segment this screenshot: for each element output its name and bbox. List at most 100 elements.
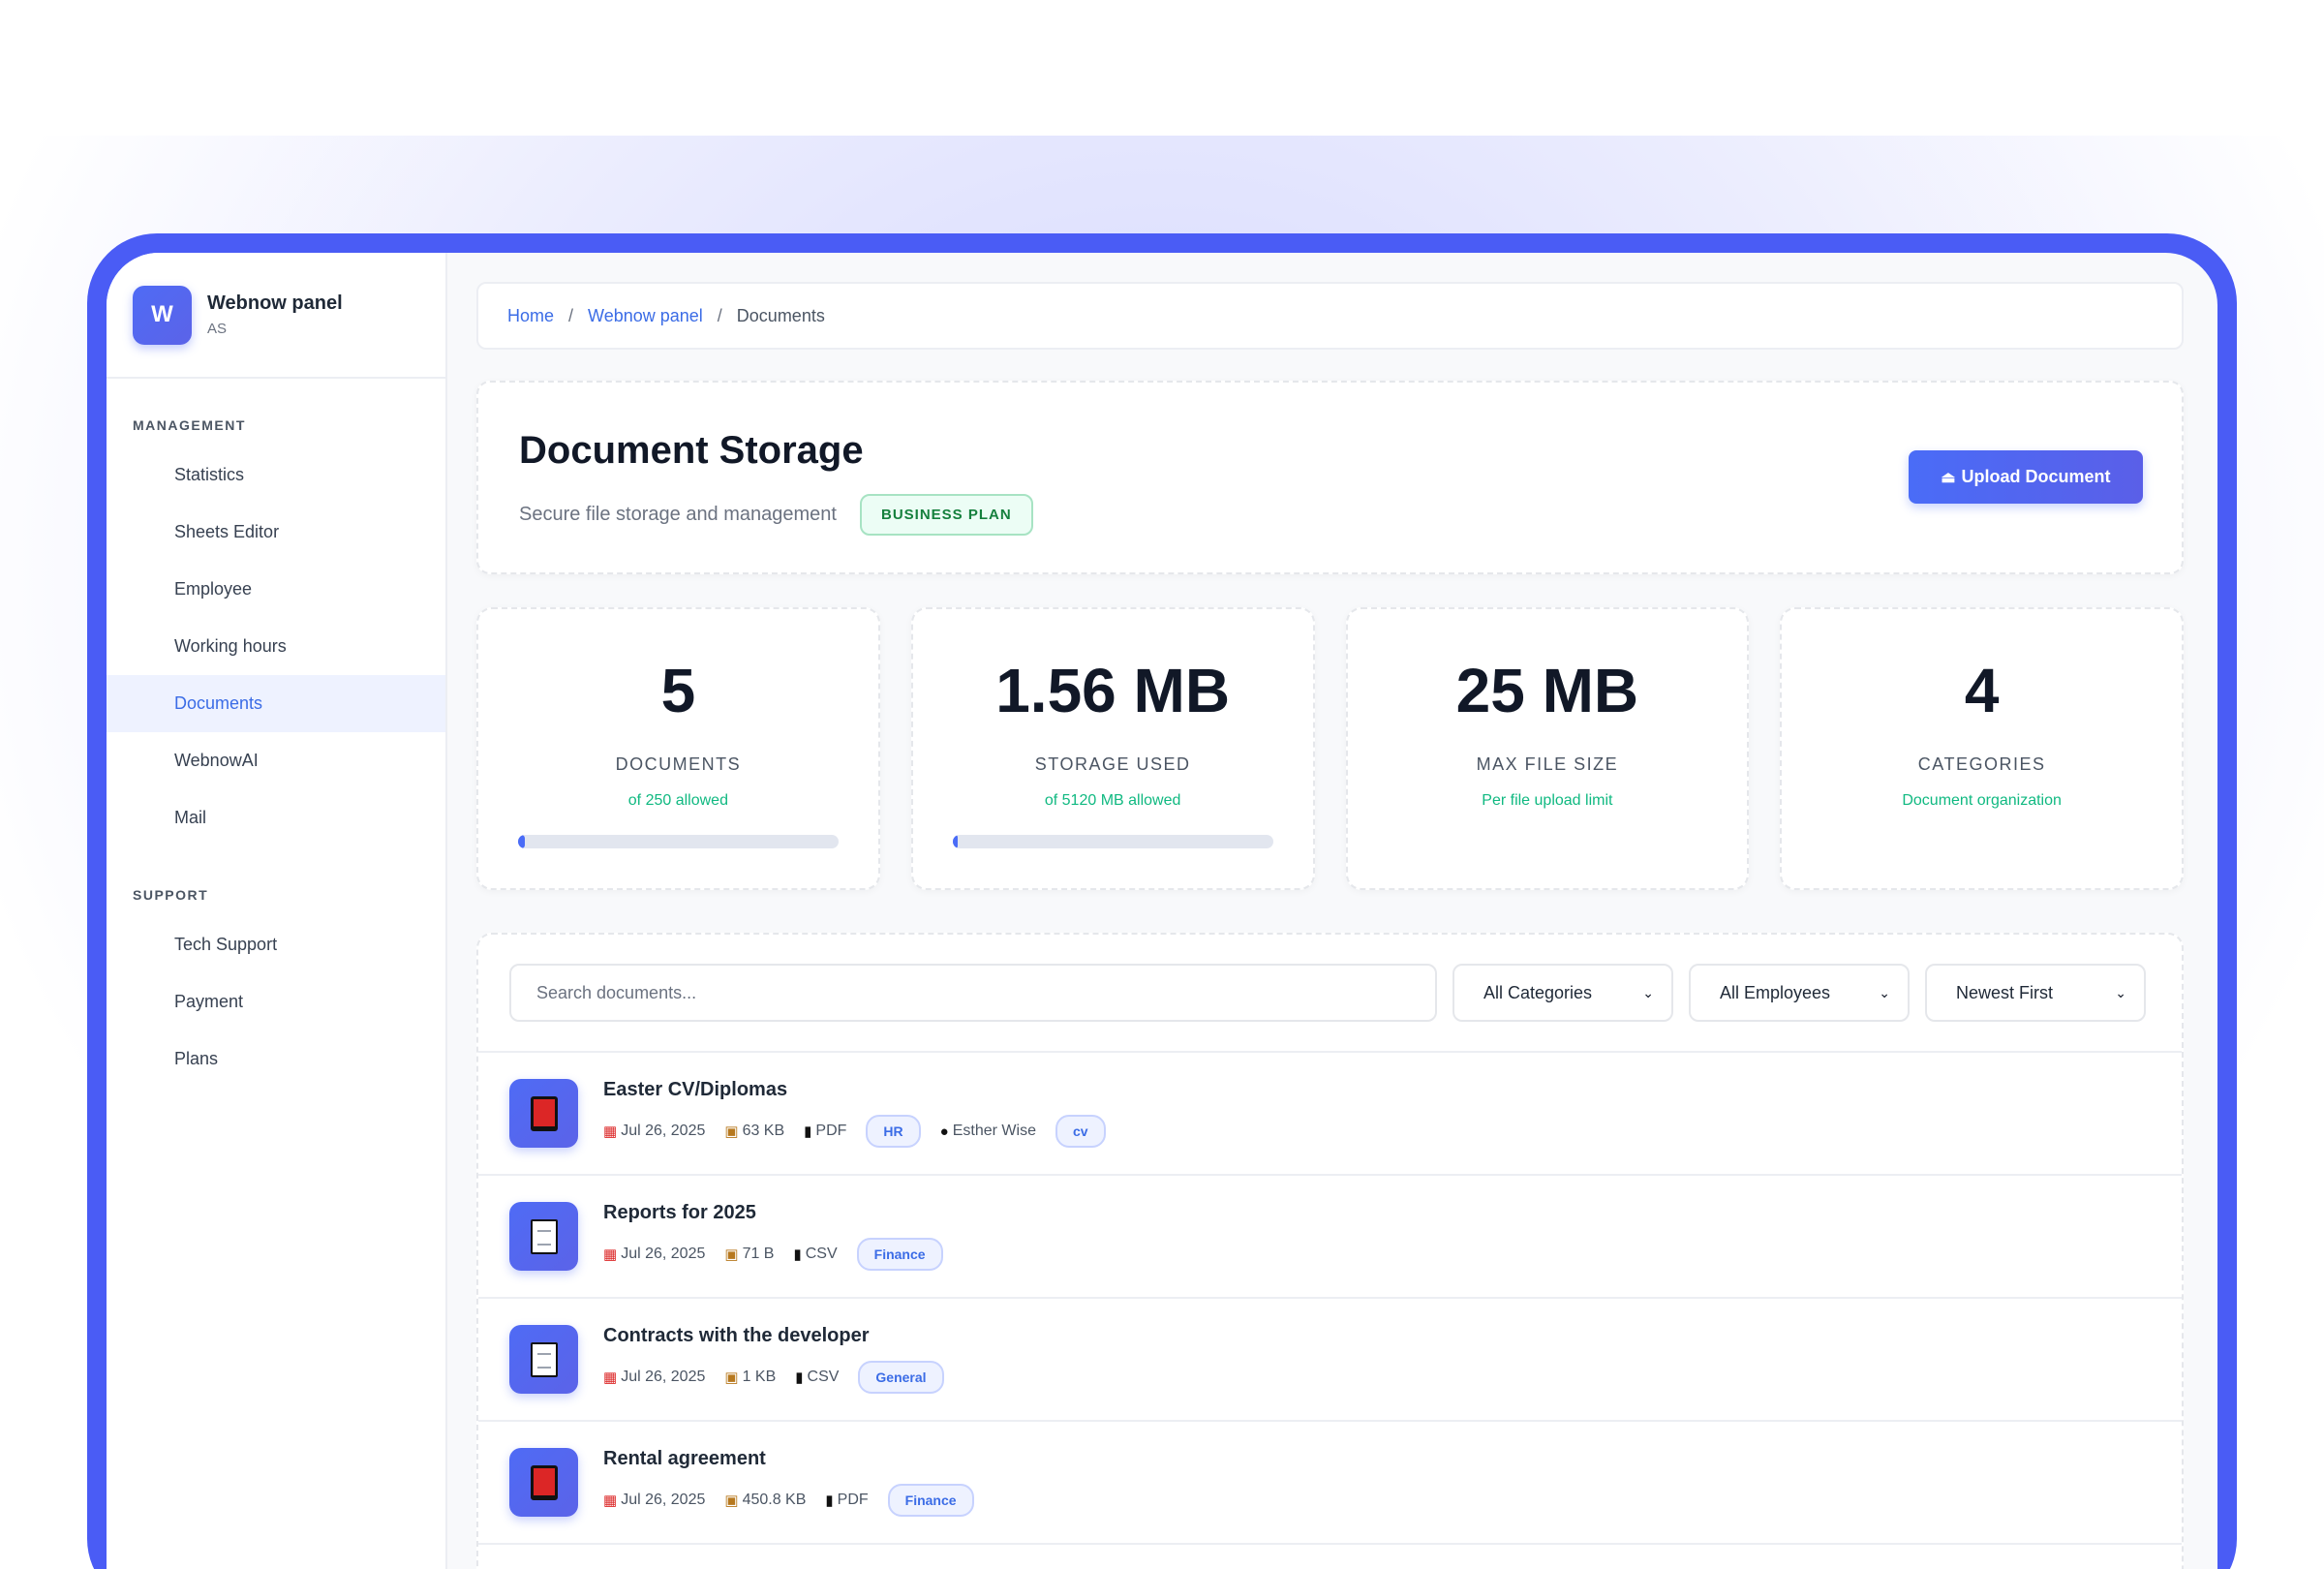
page-subtitle: Secure file storage and management (519, 504, 837, 525)
document-title[interactable]: Contracts with the developer (603, 1325, 963, 1347)
breadcrumb: Home / Webnow panel / Documents (476, 282, 2184, 350)
sort-select-value: Newest First (1956, 982, 2054, 1002)
paperclip-icon: ▮ (793, 1246, 802, 1263)
main-content: Home / Webnow panel / Documents Document… (447, 253, 2217, 1569)
document-date: Jul 26, 2025 (621, 1492, 706, 1508)
upload-document-button[interactable]: ⏏ Upload Document (1909, 450, 2143, 504)
documents-panel: All Categories ⌄ All Employees ⌄ Newest … (476, 933, 2184, 1569)
device-frame: W Webnow panel AS MANAGEMENT Statistics … (87, 233, 2237, 1569)
sidebar-item-tech-support[interactable]: Tech Support (107, 916, 445, 973)
category-select[interactable]: All Categories ⌄ (1452, 964, 1673, 1022)
stat-value: 4 (1964, 656, 2000, 725)
storage-progress-bar (952, 835, 1273, 848)
stat-note: of 250 allowed (627, 792, 728, 809)
document-meta: ▦ Jul 26, 2025 ▣ 71 B ▮ CSV Finance (603, 1238, 963, 1271)
sidebar-item-statistics[interactable]: Statistics (107, 446, 445, 504)
brand-name: Webnow panel (207, 292, 343, 314)
document-type: PDF (837, 1492, 869, 1508)
nav-section-management: MANAGEMENT (133, 417, 246, 433)
document-title[interactable]: Easter CV/Diplomas (603, 1079, 1125, 1101)
pdf-book-icon (509, 1079, 578, 1148)
chevron-down-icon: ⌄ (1879, 984, 1890, 1000)
stat-note: Document organization (1902, 792, 2062, 809)
document-date: Jul 26, 2025 (621, 1246, 706, 1262)
document-row[interactable]: Easter CV/Diplomas ▦ Jul 26, 2025 ▣ 63 KB … (478, 1053, 2182, 1176)
sidebar-item-working-hours[interactable]: Working hours (107, 618, 445, 675)
calendar-icon: ▦ (603, 1246, 618, 1263)
employee-select-value: All Employees (1720, 982, 1831, 1002)
breadcrumb-home[interactable]: Home (507, 306, 554, 326)
chevron-down-icon: ⌄ (1642, 984, 1654, 1000)
plan-badge: BUSINESS PLAN (859, 494, 1033, 536)
stat-value: 5 (660, 656, 696, 725)
sidebar: W Webnow panel AS MANAGEMENT Statistics … (107, 253, 447, 1569)
stat-note: of 5120 MB allowed (1044, 792, 1181, 809)
document-type: PDF (815, 1123, 847, 1139)
filters-bar: All Categories ⌄ All Employees ⌄ Newest … (478, 935, 2182, 1053)
upload-icon: ⏏ (1941, 469, 1956, 486)
page-header: Document Storage Secure file storage and… (476, 381, 2184, 574)
stat-value: 25 MB (1455, 656, 1639, 725)
stat-card-documents: 5 DOCUMENTS of 250 allowed (476, 607, 880, 890)
document-meta: ▦ Jul 26, 2025 ▣ 1 KB ▮ CSV General (603, 1361, 963, 1394)
stat-label: STORAGE USED (1034, 754, 1191, 774)
brand[interactable]: W Webnow panel AS (107, 253, 445, 379)
document-meta: ▦ Jul 26, 2025 ▣ 450.8 KB ▮ PDF Finance (603, 1484, 994, 1517)
employee-select[interactable]: All Employees ⌄ (1689, 964, 1910, 1022)
category-badge: Finance (887, 1484, 974, 1517)
sidebar-item-documents[interactable]: Documents (107, 675, 445, 732)
stat-note: Per file upload limit (1482, 792, 1613, 809)
brand-logo: W (133, 285, 192, 345)
document-row[interactable]: Rental agreement ▦ Jul 26, 2025 ▣ 450.8 KB… (478, 1422, 2182, 1545)
breadcrumb-separator: / (568, 305, 574, 325)
sidebar-item-sheets-editor[interactable]: Sheets Editor (107, 504, 445, 561)
nav-section-support: SUPPORT (133, 887, 209, 903)
sidebar-item-plans[interactable]: Plans (107, 1031, 445, 1088)
sort-select[interactable]: Newest First ⌄ (1925, 964, 2146, 1022)
document-meta: ▦ Jul 26, 2025 ▣ 63 KB ▮ PDF HR ● Esther Wis… (603, 1115, 1125, 1148)
stat-label: CATEGORIES (1917, 754, 2046, 774)
app-screen: W Webnow panel AS MANAGEMENT Statistics … (107, 253, 2217, 1569)
document-title[interactable]: Reports for 2025 (603, 1202, 963, 1224)
package-icon: ▣ (724, 1369, 739, 1386)
document-date: Jul 26, 2025 (621, 1123, 706, 1139)
documents-progress-bar (518, 835, 839, 848)
stats-row: 5 DOCUMENTS of 250 allowed 1.56 MB STORA… (476, 607, 2184, 890)
stat-card-max-file-size: 25 MB MAX FILE SIZE Per file upload limi… (1345, 607, 1750, 890)
document-date: Jul 26, 2025 (621, 1369, 706, 1385)
document-size: 71 B (742, 1246, 775, 1262)
document-size: 450.8 KB (742, 1492, 807, 1508)
document-row[interactable]: Contracts with the developer ▦ Jul 26, 20… (478, 1299, 2182, 1422)
upload-document-label: Upload Document (1961, 467, 2111, 486)
sidebar-item-employee[interactable]: Employee (107, 561, 445, 618)
breadcrumb-current: Documents (736, 305, 825, 325)
package-icon: ▣ (724, 1246, 739, 1263)
stat-card-categories: 4 CATEGORIES Document organization (1780, 607, 2184, 890)
storage-progress-fill (952, 835, 958, 848)
category-badge: General (858, 1361, 944, 1394)
document-title[interactable]: Rental agreement (603, 1448, 994, 1470)
breadcrumb-panel[interactable]: Webnow panel (588, 306, 703, 326)
document-row[interactable]: Reports for 2025 ▦ Jul 26, 2025 ▣ 71 B ▮ CS… (478, 1176, 2182, 1299)
sidebar-item-mail[interactable]: Mail (107, 789, 445, 846)
sidebar-item-webnowai[interactable]: WebnowAI (107, 732, 445, 789)
document-type: CSV (807, 1369, 840, 1385)
calendar-icon: ▦ (603, 1123, 618, 1140)
document-type: CSV (805, 1246, 838, 1262)
page-title: Document Storage (519, 429, 864, 472)
category-badge: HR (866, 1115, 921, 1148)
sidebar-item-payment[interactable]: Payment (107, 973, 445, 1031)
search-input[interactable] (509, 964, 1437, 1022)
paperclip-icon: ▮ (825, 1492, 834, 1509)
file-icon (509, 1325, 578, 1394)
file-icon (509, 1202, 578, 1271)
paperclip-icon: ▮ (804, 1123, 812, 1140)
document-size: 63 KB (742, 1123, 785, 1139)
paperclip-icon: ▮ (795, 1369, 804, 1386)
user-icon: ● (939, 1123, 949, 1140)
document-employee: Esther Wise (952, 1123, 1036, 1139)
stat-label: MAX FILE SIZE (1476, 754, 1619, 774)
stat-card-storage: 1.56 MB STORAGE USED of 5120 MB allowed (910, 607, 1315, 890)
breadcrumb-separator: / (717, 305, 722, 325)
stat-label: DOCUMENTS (615, 754, 742, 774)
